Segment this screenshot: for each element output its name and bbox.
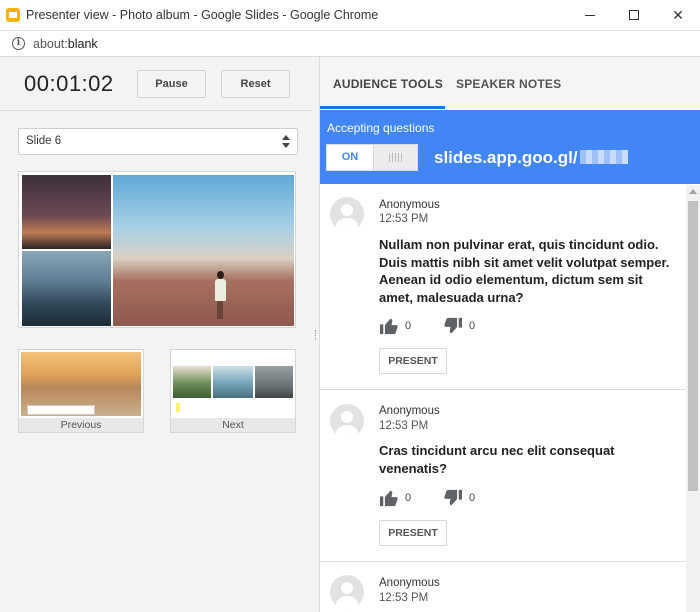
avatar (330, 575, 364, 609)
pause-button[interactable]: Pause (137, 70, 206, 98)
avatar (330, 197, 364, 231)
minimize-button[interactable] (568, 0, 612, 30)
present-button[interactable]: PRESENT (379, 348, 447, 374)
next-slide-image-feet (255, 366, 293, 398)
question-text: Cras tincidunt arcu nec elit consequat v… (379, 443, 615, 476)
previous-label: Previous (19, 418, 143, 432)
maximize-button[interactable] (612, 0, 656, 30)
slide-photo-woman-dunes (113, 175, 294, 326)
timer-row: 00:01:02 Pause Reset (0, 57, 312, 111)
upvote-button[interactable]: 0 (379, 488, 411, 508)
avatar (330, 404, 364, 438)
slides-app-icon (6, 8, 20, 22)
previous-slide-image (21, 352, 141, 416)
next-slide-thumbnail[interactable]: Next (170, 349, 296, 433)
slide-photo-sunset (22, 175, 111, 249)
scroll-thumb[interactable] (688, 201, 698, 491)
question-card: Anonymous 12:53 PM (320, 562, 686, 612)
active-tab-indicator (320, 106, 445, 109)
downvote-button[interactable]: 0 (443, 488, 475, 508)
next-label: Next (171, 418, 295, 432)
maximize-icon (629, 10, 639, 20)
slide-photo-beach (22, 251, 111, 326)
slide-select[interactable]: Slide 6 (18, 128, 298, 155)
upvote-count: 0 (405, 492, 412, 504)
previous-slide-thumbnail[interactable]: Previous (18, 349, 144, 433)
select-arrows-icon (282, 135, 290, 149)
upvote-count: 0 (405, 320, 412, 332)
info-icon[interactable]: i (12, 37, 25, 50)
question-card: Anonymous 12:53 PM Cras tincidunt arcu n… (320, 390, 686, 562)
qa-url[interactable]: slides.app.goo.gl/ (434, 148, 628, 168)
thumbs-up-icon (380, 318, 398, 335)
next-slide-image-sea (213, 366, 253, 398)
window-titlebar: Presenter view - Photo album - Google Sl… (0, 0, 700, 31)
slide-select-value: Slide 6 (26, 135, 62, 147)
close-icon: ✕ (672, 6, 684, 23)
toggle-on-label: ON (341, 151, 359, 163)
presentation-timer: 00:01:02 (24, 71, 114, 96)
upvote-button[interactable]: 0 (379, 316, 411, 336)
next-slide-image-palms (173, 366, 211, 398)
toggle-handle (373, 145, 417, 170)
address-bar[interactable]: i about:blank (0, 31, 700, 57)
url-text[interactable]: about:blank (33, 37, 98, 51)
question-author: Anonymous (379, 405, 440, 417)
thumbs-down-icon (444, 317, 462, 334)
downvote-button[interactable]: 0 (443, 316, 475, 336)
next-slide-caption-highlight (176, 403, 180, 412)
question-time: 12:53 PM (379, 592, 429, 604)
question-time: 12:53 PM (379, 213, 429, 225)
close-button[interactable]: ✕ (656, 0, 700, 30)
downvote-count: 0 (469, 320, 476, 332)
tab-audience-tools[interactable]: AUDIENCE TOOLS (333, 77, 443, 91)
question-author: Anonymous (379, 199, 440, 211)
tab-bar: AUDIENCE TOOLS SPEAKER NOTES (320, 57, 700, 109)
present-button[interactable]: PRESENT (379, 520, 447, 546)
scroll-up-arrow-icon[interactable] (689, 189, 697, 194)
thumbs-up-icon (380, 490, 398, 507)
window-title: Presenter view - Photo album - Google Sl… (26, 8, 379, 22)
accepting-questions-label: Accepting questions (327, 121, 435, 135)
presenter-left-pane: 00:01:02 Pause Reset Slide 6 Previous Ne… (0, 57, 312, 612)
questions-scrollbar[interactable] (686, 185, 700, 612)
qa-url-redacted (579, 150, 628, 164)
thumbs-down-icon (444, 489, 462, 506)
current-slide-preview (18, 171, 296, 328)
url-path: blank (67, 37, 98, 51)
question-author: Anonymous (379, 577, 440, 589)
tab-speaker-notes[interactable]: SPEAKER NOTES (456, 77, 561, 91)
minimize-icon (585, 14, 595, 16)
question-time: 12:53 PM (379, 420, 429, 432)
downvote-count: 0 (469, 492, 476, 504)
photo-person (213, 271, 227, 321)
qa-url-text: slides.app.goo.gl/ (434, 148, 578, 167)
grip-icon (389, 153, 403, 162)
question-text: Nullam non pulvinar erat, quis tincidunt… (379, 237, 670, 305)
url-scheme: about: (33, 37, 68, 51)
divider-grip-icon[interactable] (315, 330, 317, 340)
previous-slide-caption-box (27, 405, 95, 415)
accepting-questions-toggle[interactable]: ON (326, 144, 418, 171)
question-card: Anonymous 12:53 PM Nullam non pulvinar e… (320, 185, 686, 390)
reset-button[interactable]: Reset (221, 70, 290, 98)
qa-banner: Accepting questions ON slides.app.goo.gl… (320, 110, 700, 184)
questions-list: Anonymous 12:53 PM Nullam non pulvinar e… (320, 185, 686, 612)
